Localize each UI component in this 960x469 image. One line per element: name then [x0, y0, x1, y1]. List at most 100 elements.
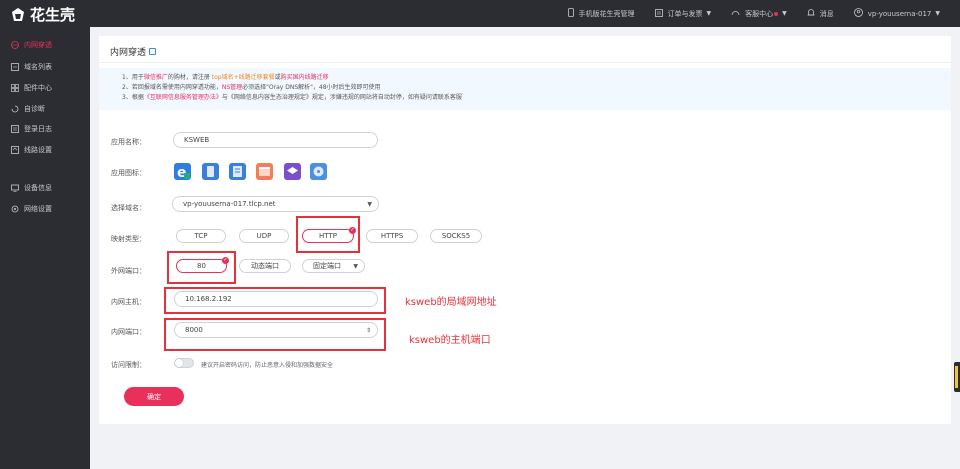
sidebar-item-label: 网络设置: [24, 205, 52, 213]
headset-icon: [731, 9, 740, 19]
dynamic-port-label: 动态端口: [251, 262, 279, 270]
sidebar-item-parts[interactable]: 配件中心: [11, 83, 52, 93]
chevron-down-icon: ▼: [353, 262, 358, 270]
nav-service[interactable]: 客服中心 ▼: [731, 9, 787, 19]
notice-text: 与《网络信息内容生态治理规定》规定，涉嫌违规的网站将自动封停，如有疑问请联系客服: [221, 94, 462, 101]
app-icon-label: 应用图标：: [111, 169, 146, 177]
sidebar-item-domains[interactable]: 域名列表: [11, 62, 52, 72]
page-title: 内网穿透: [110, 45, 157, 58]
nav-mobile-manage[interactable]: 手机版花生壳管理: [567, 8, 635, 19]
float-tab-accent: [955, 366, 958, 388]
nav-user-label: vp-youuserna-017: [867, 9, 932, 18]
chevron-down-icon: ▼: [935, 10, 940, 17]
map-type-udp[interactable]: UDP: [239, 229, 289, 243]
app-name-value: KSWEB: [184, 136, 210, 144]
chevron-down-icon: ▼: [782, 10, 787, 17]
network-icon: [11, 205, 19, 213]
sidebar-item-tunnel[interactable]: 内网穿透: [11, 40, 52, 50]
app-name-label: 应用名称：: [111, 138, 146, 146]
notice-link[interactable]: 购买国内线路迁移: [281, 74, 329, 81]
side-float-tab[interactable]: [954, 362, 960, 392]
notice-line-1: 1、用于微信推广的购材，请注册 top域名+线路迁移套餐或购买国内线路迁移: [122, 73, 951, 83]
dynamic-port-button[interactable]: 动态端口: [239, 259, 291, 273]
highlight-http: [296, 216, 360, 253]
confirm-button[interactable]: 确定: [124, 387, 184, 406]
notice-text: 1、用于: [122, 74, 144, 81]
order-icon: [654, 8, 663, 19]
notice-box: 1、用于微信推广的购材，请注册 top域名+线路迁移套餐或购买国内线路迁移 2、…: [99, 68, 951, 110]
map-type-option-label: UDP: [256, 232, 272, 240]
sidebar-item-label: 域名列表: [24, 63, 52, 71]
nav-service-label: 客服中心: [745, 9, 774, 18]
int-port-label: 内网端口：: [111, 328, 146, 336]
notification-dot: [774, 11, 779, 16]
bell-icon: [807, 8, 815, 19]
highlight-int-port: [164, 318, 386, 351]
notice-link[interactable]: NS管理: [222, 84, 242, 91]
sidebar-item-label: 设备信息: [24, 184, 52, 192]
nav-orders[interactable]: 订单与发票 ▼: [654, 8, 711, 19]
fixed-port-label: 固定端口: [313, 262, 341, 270]
logo[interactable]: 花生壳: [10, 4, 75, 25]
sidebar-item-label: 线路设置: [24, 146, 52, 154]
notice-link[interactable]: 《互联网信息服务管理办法》: [144, 94, 222, 101]
map-type-socks5[interactable]: SOCKS5: [430, 229, 482, 243]
domain-select[interactable]: vp-youuserna-017.tlcp.net ▼: [172, 196, 379, 212]
notice-link[interactable]: top域名+线路迁移套餐: [212, 74, 275, 81]
nav-messages[interactable]: 消息: [807, 8, 834, 19]
sidebar-item-label: 自诊断: [24, 105, 45, 113]
help-icon[interactable]: [149, 48, 157, 55]
disk-app-icon[interactable]: [310, 163, 327, 180]
sidebar-item-label: 登录日志: [24, 125, 52, 133]
window-app-icon[interactable]: [256, 163, 273, 180]
sidebar-item-route[interactable]: 线路设置: [11, 145, 52, 155]
chevron-down-icon: ▼: [367, 200, 372, 208]
sidebar-item-label: 配件中心: [24, 84, 52, 92]
sidebar-item-diagnose[interactable]: 自诊断: [11, 104, 45, 114]
divider: [99, 62, 951, 63]
notice-text: 的购材，请注册: [167, 74, 212, 81]
toggle-knob: [175, 359, 183, 367]
sidebar-item-device[interactable]: 设备信息: [11, 183, 52, 193]
port-annotation: ksweb的主机端口: [409, 335, 491, 346]
domain-value: vp-youuserna-017.tlcp.net: [183, 200, 276, 208]
phone-app-icon[interactable]: [202, 163, 219, 180]
app-name-input[interactable]: KSWEB: [173, 132, 378, 148]
access-toggle[interactable]: [174, 358, 194, 368]
map-type-option-label: SOCKS5: [441, 232, 471, 240]
globe-icon: [11, 41, 19, 49]
route-icon: [11, 146, 19, 154]
sidebar-item-network[interactable]: 网络设置: [11, 204, 52, 214]
main-panel: 内网穿透 1、用于微信推广的购材，请注册 top域名+线路迁移套餐或购买国内线路…: [99, 36, 951, 424]
page-title-text: 内网穿透: [110, 48, 147, 58]
notice-line-2: 2、若回报域名需使用内网穿透功能，NS管理必须选择"Oray DNS解析"，48…: [122, 83, 951, 93]
nav-messages-label: 消息: [819, 9, 834, 18]
highlight-ext-port: [167, 251, 236, 284]
log-icon: [11, 125, 19, 133]
int-host-label: 内网主机：: [111, 298, 146, 306]
device-icon: [11, 184, 19, 192]
user-icon: [853, 8, 863, 19]
domain-label: 选择域名：: [111, 204, 146, 212]
notice-link[interactable]: 微信推广: [144, 74, 168, 81]
map-type-tcp[interactable]: TCP: [176, 229, 226, 243]
map-type-option-label: TCP: [194, 232, 208, 240]
ext-port-label: 外网端口：: [111, 267, 146, 275]
ie-app-icon[interactable]: e: [174, 163, 191, 181]
list-icon: [11, 63, 19, 71]
sidebar: 内网穿透 域名列表 配件中心 自诊断 登录日志 线路设置 设备信息 网络设置: [0, 27, 90, 469]
nav-orders-label: 订单与发票: [667, 9, 703, 18]
sidebar-item-login-log[interactable]: 登录日志: [11, 124, 52, 134]
document-app-icon[interactable]: [229, 163, 246, 180]
access-hint: 建议开启密码访问，防止恶意入侵和加强数据安全: [201, 362, 334, 369]
highlight-int-host: [164, 287, 386, 314]
fixed-port-select[interactable]: 固定端口 ▼: [302, 259, 365, 273]
map-type-option-label: HTTPS: [380, 232, 404, 240]
nav-user[interactable]: vp-youuserna-017 ▼: [853, 8, 940, 19]
notice-line-3: 3、根据《互联网信息服务管理办法》与《网络信息内容生态治理规定》规定，涉嫌违规的…: [122, 93, 951, 103]
map-type-label: 映射类型：: [111, 235, 146, 243]
map-type-https[interactable]: HTTPS: [366, 229, 418, 243]
notice-text: 必须选择"Oray DNS解析"，48小时后生效即可使用: [242, 84, 381, 91]
nav-mobile-label: 手机版花生壳管理: [578, 9, 635, 18]
layers-app-icon[interactable]: [284, 163, 301, 180]
